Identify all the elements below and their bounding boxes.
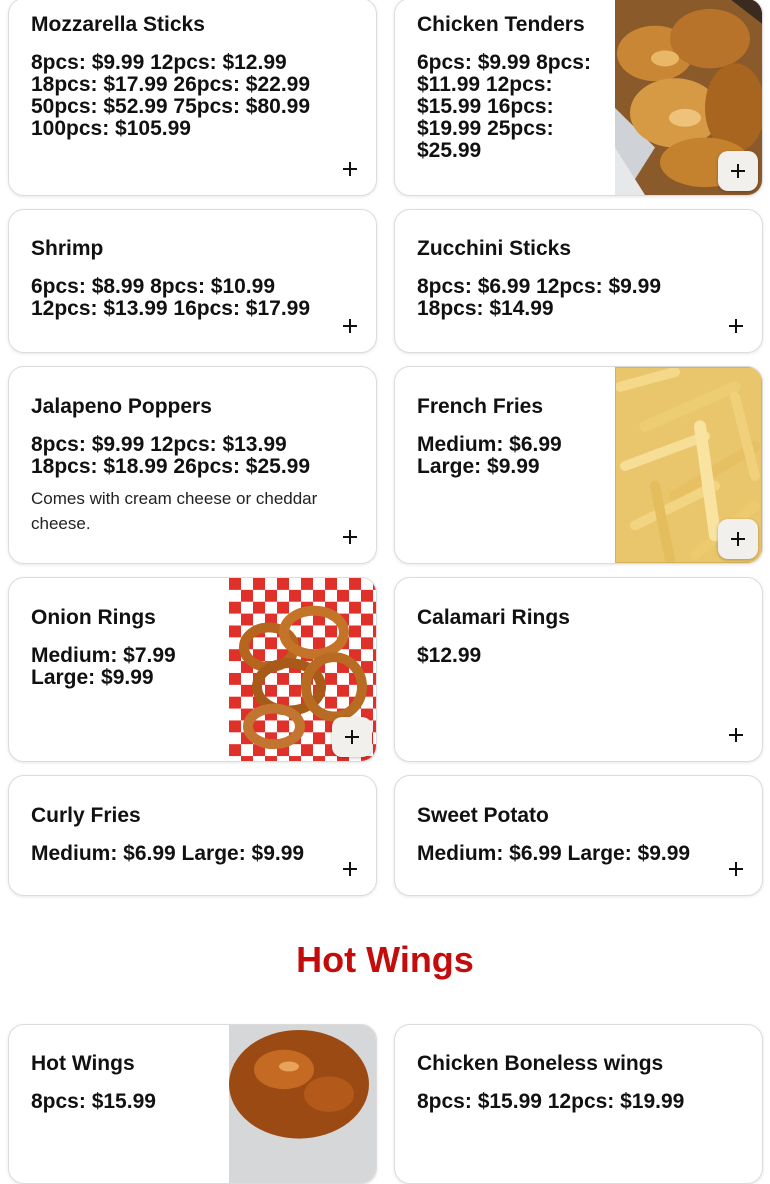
- item-name: Chicken Tenders: [417, 13, 585, 36]
- item-price: Medium: $6.99 Large: $9.99: [417, 433, 562, 478]
- plus-icon: [343, 530, 357, 544]
- item-name: Calamari Rings: [417, 606, 570, 629]
- menu-item-shrimp[interactable]: Shrimp 6pcs: $8.99 8pcs: $10.99 12pcs: $…: [8, 209, 377, 353]
- item-name: Onion Rings: [31, 606, 156, 629]
- item-name: French Fries: [417, 395, 544, 418]
- menu-item-onion-rings[interactable]: Onion Rings Medium: $7.99 Large: $9.99: [8, 577, 377, 762]
- item-price: 6pcs: $9.99 8pcs: $11.99 12pcs: $15.99 1…: [417, 51, 591, 162]
- item-price: Medium: $7.99 Large: $9.99: [31, 644, 176, 689]
- add-to-cart-button[interactable]: [332, 717, 372, 757]
- plus-icon: [343, 319, 357, 333]
- plus-icon: [729, 319, 743, 333]
- item-price: 8pcs: $9.99 12pcs: $13.99 18pcs: $18.99 …: [31, 433, 311, 478]
- plus-icon: [731, 164, 745, 178]
- add-to-cart-button[interactable]: [330, 149, 370, 189]
- add-to-cart-button[interactable]: [330, 306, 370, 346]
- add-to-cart-button[interactable]: [716, 306, 756, 346]
- plus-icon: [729, 728, 743, 742]
- item-description: Comes with cream cheese or cheddar chees…: [31, 489, 318, 533]
- item-price: 8pcs: $15.99 12pcs: $19.99: [417, 1090, 685, 1113]
- menu-item-calamari-rings[interactable]: Calamari Rings $12.99: [394, 577, 763, 762]
- add-to-cart-button[interactable]: [718, 519, 758, 559]
- item-price: Medium: $6.99 Large: $9.99: [417, 842, 691, 865]
- hot-wings-photo: [229, 1025, 376, 1183]
- item-price: 8pcs: $9.99 12pcs: $12.99 18pcs: $17.99 …: [31, 51, 311, 140]
- menu-item-french-fries[interactable]: French Fries Medium: $6.99 Large: $9.99: [394, 366, 763, 564]
- item-name: Shrimp: [31, 237, 104, 260]
- plus-icon: [343, 162, 357, 176]
- add-to-cart-button[interactable]: [716, 849, 756, 889]
- item-name: Jalapeno Poppers: [31, 395, 212, 418]
- plus-icon: [345, 730, 359, 744]
- section-title: Hot Wings: [296, 939, 474, 980]
- item-name: Chicken Boneless wings: [417, 1052, 664, 1075]
- item-price: 8pcs: $6.99 12pcs: $9.99 18pcs: $14.99: [417, 275, 662, 320]
- menu-item-curly-fries[interactable]: Curly Fries Medium: $6.99 Large: $9.99: [8, 775, 377, 896]
- plus-icon: [731, 532, 745, 546]
- add-to-cart-button[interactable]: [330, 517, 370, 557]
- menu-item-mozzarella-sticks[interactable]: Mozzarella Sticks 8pcs: $9.99 12pcs: $12…: [8, 0, 377, 196]
- menu-item-zucchini-sticks[interactable]: Zucchini Sticks 8pcs: $6.99 12pcs: $9.99…: [394, 209, 763, 353]
- menu-item-chicken-tenders[interactable]: Chicken Tenders 6pcs: $9.99 8pcs: $11.99…: [394, 0, 763, 196]
- add-to-cart-button[interactable]: [330, 849, 370, 889]
- add-to-cart-button[interactable]: [716, 715, 756, 755]
- menu-item-sweet-potato[interactable]: Sweet Potato Medium: $6.99 Large: $9.99: [394, 775, 763, 896]
- menu-item-chicken-boneless-wings[interactable]: Chicken Boneless wings 8pcs: $15.99 12pc…: [394, 1024, 763, 1184]
- menu-item-hot-wings[interactable]: Hot Wings 8pcs: $15.99: [8, 1024, 377, 1184]
- item-name: Hot Wings: [31, 1052, 135, 1075]
- item-price: $12.99: [417, 644, 482, 667]
- item-price: 6pcs: $8.99 8pcs: $10.99 12pcs: $13.99 1…: [31, 275, 311, 320]
- item-name: Curly Fries: [31, 804, 141, 827]
- item-name: Zucchini Sticks: [417, 237, 572, 260]
- item-price: 8pcs: $15.99: [31, 1090, 156, 1113]
- menu-item-jalapeno-poppers[interactable]: Jalapeno Poppers 8pcs: $9.99 12pcs: $13.…: [8, 366, 377, 564]
- plus-icon: [343, 862, 357, 876]
- item-name: Mozzarella Sticks: [31, 13, 205, 36]
- add-to-cart-button[interactable]: [718, 151, 758, 191]
- item-name: Sweet Potato: [417, 804, 549, 827]
- plus-icon: [729, 862, 743, 876]
- item-price: Medium: $6.99 Large: $9.99: [31, 842, 305, 865]
